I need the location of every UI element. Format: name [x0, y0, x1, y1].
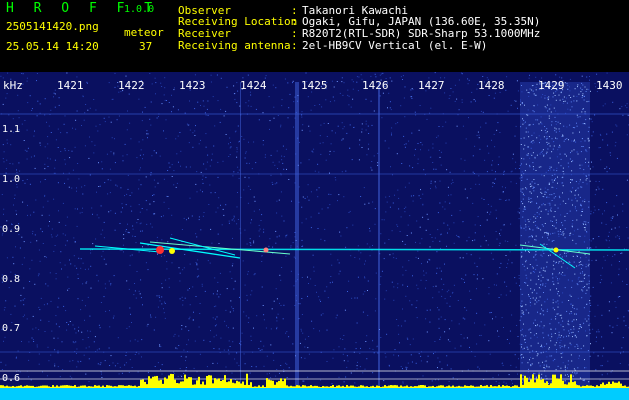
- timestamp: 25.05.14 14:20: [6, 40, 99, 53]
- header-panel: H R O F F T 1.0.0 2505141420.png meteor …: [0, 0, 629, 72]
- x-tick-label: 1423: [179, 79, 206, 92]
- info-value: 2el-HB9CV Vertical (el. E-W): [302, 39, 488, 52]
- y-tick-label: 0.7: [2, 323, 21, 334]
- file-name: 2505141420.png: [6, 20, 99, 33]
- spectrogram-display: [0, 72, 629, 400]
- x-tick-label: 1425: [301, 79, 328, 92]
- y-tick-label: 0.9: [2, 224, 21, 235]
- x-tick-label: 1427: [418, 79, 445, 92]
- x-tick-label: 1421: [57, 79, 84, 92]
- category-label: meteor: [124, 26, 164, 39]
- x-tick-label: 1430: [596, 79, 623, 92]
- event-count: 37: [139, 40, 153, 53]
- y-tick-label: 1.0: [2, 174, 21, 185]
- x-tick-label: 1428: [478, 79, 505, 92]
- signal-peak: [169, 248, 175, 254]
- signal-peak: [263, 247, 269, 253]
- y-tick-label: 1.1: [2, 124, 21, 135]
- signal-peak: [156, 246, 164, 254]
- y-tick-label: 0.6: [2, 373, 21, 384]
- x-tick-label: 1422: [118, 79, 145, 92]
- power-baseline: [0, 388, 629, 400]
- info-colon: :: [291, 39, 298, 52]
- x-tick-label: 1426: [362, 79, 389, 92]
- info-label: Receiving antenna: [178, 39, 291, 52]
- signal-peak: [553, 247, 559, 253]
- x-tick-label: 1424: [240, 79, 267, 92]
- y-tick-label: 0.8: [2, 274, 21, 285]
- y-axis-unit: kHz: [3, 79, 23, 92]
- x-tick-label: 1429: [538, 79, 565, 92]
- app-version: 1.0.0: [124, 4, 155, 15]
